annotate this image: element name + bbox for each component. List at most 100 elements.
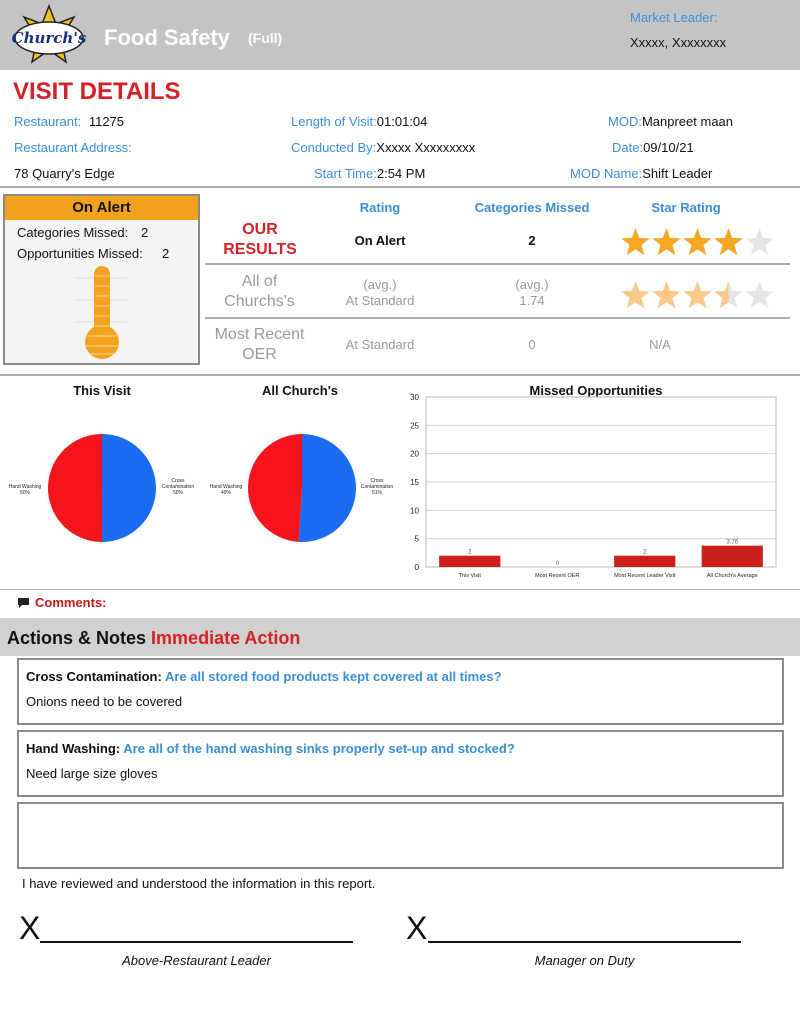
actions-bar: Actions & Notes Immediate Action [0,618,800,656]
y-tick-label: 25 [410,421,419,430]
divider [205,263,790,265]
note-question-text: Are all stored food products kept covere… [164,669,502,684]
address-label: Restaurant Address: [14,140,132,155]
signature-mark: X [406,910,428,946]
star-icon [652,281,681,309]
conducted-label: Conducted By: [291,140,377,155]
comments: Comments: [17,595,107,610]
visit-details-title: VISIT DETAILS [13,78,181,105]
our-rating: On Alert [354,233,406,248]
pie-title-all-churchs: All Church's [261,383,339,398]
pie-right-label: Cross Contamination 51% [360,478,394,496]
address-value: 78 Quarry's Edge [14,166,115,181]
signature-caption: Manager on Duty [534,953,635,968]
address-field: Restaurant Address: [14,140,132,155]
start-value: 2:54 PM [376,166,426,181]
market-leader-value: Xxxxx, Xxxxxxxx [630,35,727,50]
our-results-label: OUR RESULTS [223,221,297,258]
missed-opportunities-chart: 0 5 10 15 20 25 30 2 This Visit 0 Most Recent OER 2… [410,393,777,579]
empty-note-card [17,802,784,869]
date-label: Date: [612,140,644,155]
categories-missed-label: Categories Missed: [17,225,129,240]
pie-right-label: Cross Contamination 50% [161,478,195,496]
pie-slice-hand-washing [248,434,302,542]
divider [0,374,800,376]
app-subtitle: (Full) [248,30,283,46]
note-question: Hand Washing: Are all of the hand washin… [26,741,515,756]
length-field: Length of Visit:01:01:04 [291,114,427,129]
svg-text:Church's: Church's [12,29,86,47]
all-categories: 1.74 [519,293,545,308]
all-categories-prefix: (avg.) [515,277,549,292]
pie-slice-cross-contamination [298,434,357,542]
all-rating: At Standard [345,293,415,308]
rating-header: Rating [359,200,401,215]
divider [205,317,790,319]
note-category: Hand Washing: [26,741,121,756]
note-answer: Onions need to be covered [26,694,183,709]
bar-value-label: 3.76 [726,540,738,546]
x-tick-label: All Church's Average [707,573,758,579]
modname-field: MOD Name:Shift Leader [570,166,712,181]
star-icon [745,281,774,309]
pie-slice-cross-contamination [102,434,156,542]
pie-left-label: Hand Washing 49% [209,484,243,496]
pie-chart-all-churchs [248,434,357,542]
oer-categories: 0 [528,337,536,352]
note-answer: Need large size gloves [26,766,158,781]
opportunities-missed-value: 2 [162,246,170,261]
app-title: Food Safety [104,25,230,50]
star-icon [714,281,743,309]
note-question: Cross Contamination: Are all stored food… [26,669,502,684]
pie-left-label: Hand Washing 50% [8,484,42,496]
star-icon [683,228,712,256]
bar-value-label: 2 [468,550,472,556]
mod-label: MOD: [608,114,642,129]
modname-value: Shift Leader [642,166,713,181]
pie-chart-this-visit [47,434,156,542]
length-value: 01:01:04 [376,114,428,129]
start-label: Start Time: [314,166,377,181]
alert-status: On Alert [5,196,198,220]
x-tick-label: Most Recent OER [535,573,579,579]
restaurant-field: Restaurant: 11275 [14,114,124,129]
x-tick-label: This Visit [459,573,482,579]
report-header: Church's Food Safety (Full) Market Leade… [0,0,800,70]
conducted-field: Conducted By:Xxxxx Xxxxxxxxx [291,140,475,155]
y-tick-label: 10 [410,506,419,515]
modname-label: MOD Name: [570,166,643,181]
note-question-text: Are all of the hand washing sinks proper… [123,741,515,756]
our-categories: 2 [528,233,536,248]
bar [701,545,763,567]
signature-caption: Above-Restaurant Leader [122,953,271,968]
y-tick-label: 0 [415,563,420,572]
star-rating-header: Star Rating [651,200,721,215]
immediate-action-label: Immediate Action [151,628,301,648]
restaurant-label: Restaurant: [14,114,82,129]
opportunities-missed-label: Opportunities Missed: [17,246,143,261]
categories-missed-header: Categories Missed [474,200,590,215]
categories-missed-value: 2 [141,225,149,240]
y-tick-label: 5 [415,535,420,544]
speech-bubble-icon [18,597,29,608]
star-icon [683,281,712,309]
acknowledgement-text: I have reviewed and understood the infor… [22,876,376,891]
star-icon [714,228,743,256]
divider [0,186,800,188]
note-card: Cross Contamination: Are all stored food… [17,658,784,725]
most-recent-oer-label: Most Recent OER [214,326,305,363]
star-icon [621,228,650,256]
actions-heading: Actions & Notes [7,628,147,648]
y-tick-label: 20 [410,450,419,459]
y-tick-label: 30 [410,393,419,402]
start-field: Start Time:2:54 PM [314,166,425,181]
oer-rating: At Standard [345,337,415,352]
signature-line [428,941,741,943]
y-tick-label: 15 [410,478,419,487]
date-value: 09/10/21 [643,140,694,155]
star-icon [652,228,681,256]
alert-box: On Alert Categories Missed: 2 Opportunit… [3,194,200,365]
star-icon [621,281,650,309]
restaurant-value: 11275 [88,114,125,129]
x-tick-label: Most Recent Leader Visit [614,573,676,579]
